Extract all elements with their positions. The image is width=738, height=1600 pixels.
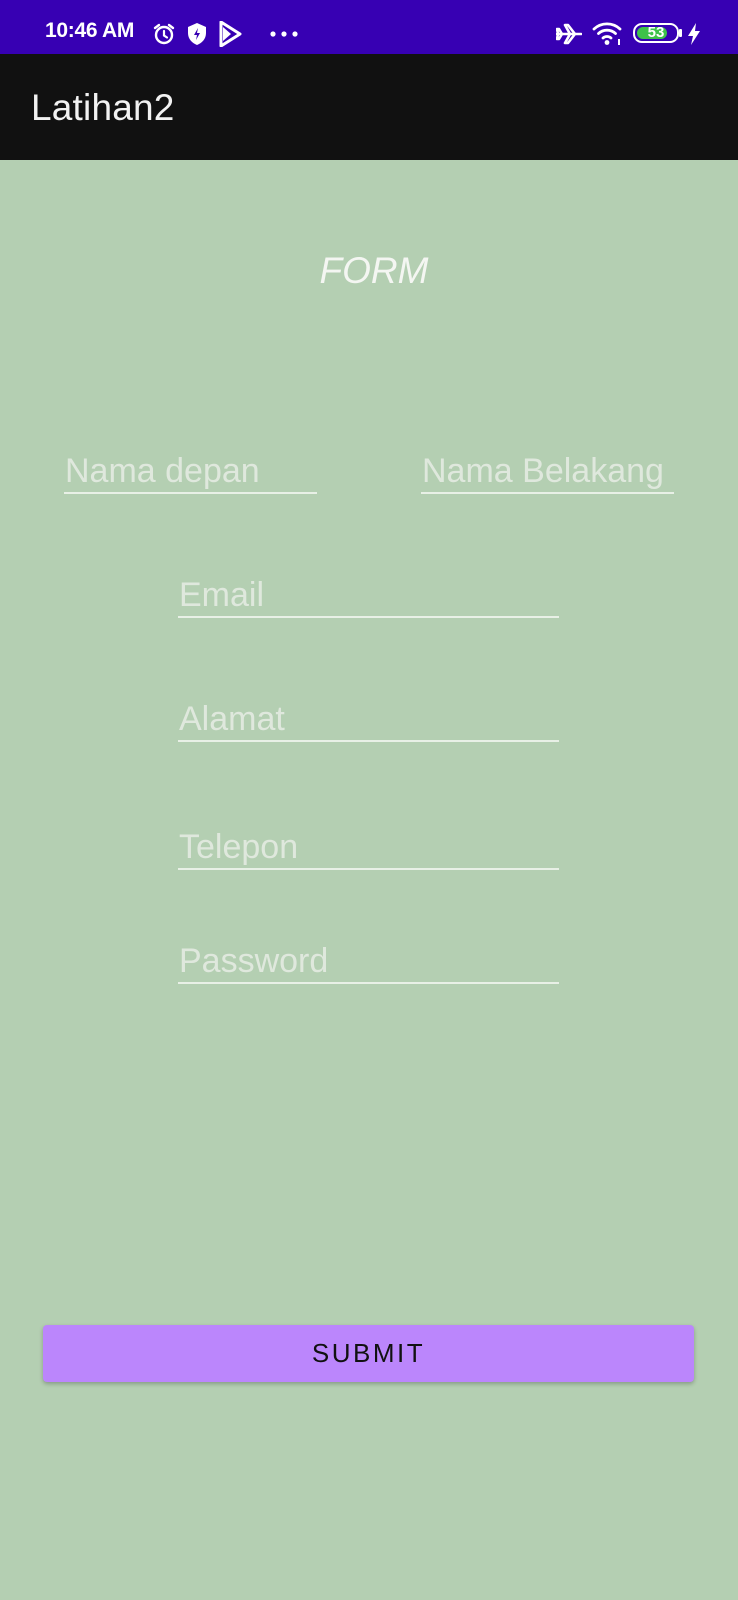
email-field[interactable] [178,574,559,618]
status-time: 10:46 AM [45,19,135,42]
app-bar: Latihan2 [0,54,738,160]
airplane-icon [556,23,582,45]
first-name-field[interactable] [64,450,317,494]
address-field[interactable] [178,698,559,742]
submit-button[interactable]: SUBMIT [43,1325,694,1382]
charging-icon [688,23,700,45]
battery-tip [679,29,682,37]
wifi-icon [592,22,622,45]
phone-field[interactable] [178,826,559,870]
play-store-icon [219,21,242,47]
battery-level: 53 [647,24,665,41]
alarm-icon [153,23,175,45]
last-name-field[interactable] [421,450,674,494]
password-field[interactable] [178,940,559,984]
shield-icon [188,23,206,45]
app-title: Latihan2 [31,87,175,128]
form-heading: FORM [319,250,429,291]
status-bar: 10:46 AM 53 [0,0,738,54]
more-dots-icon [270,31,298,37]
battery-icon: 53 [633,23,679,43]
